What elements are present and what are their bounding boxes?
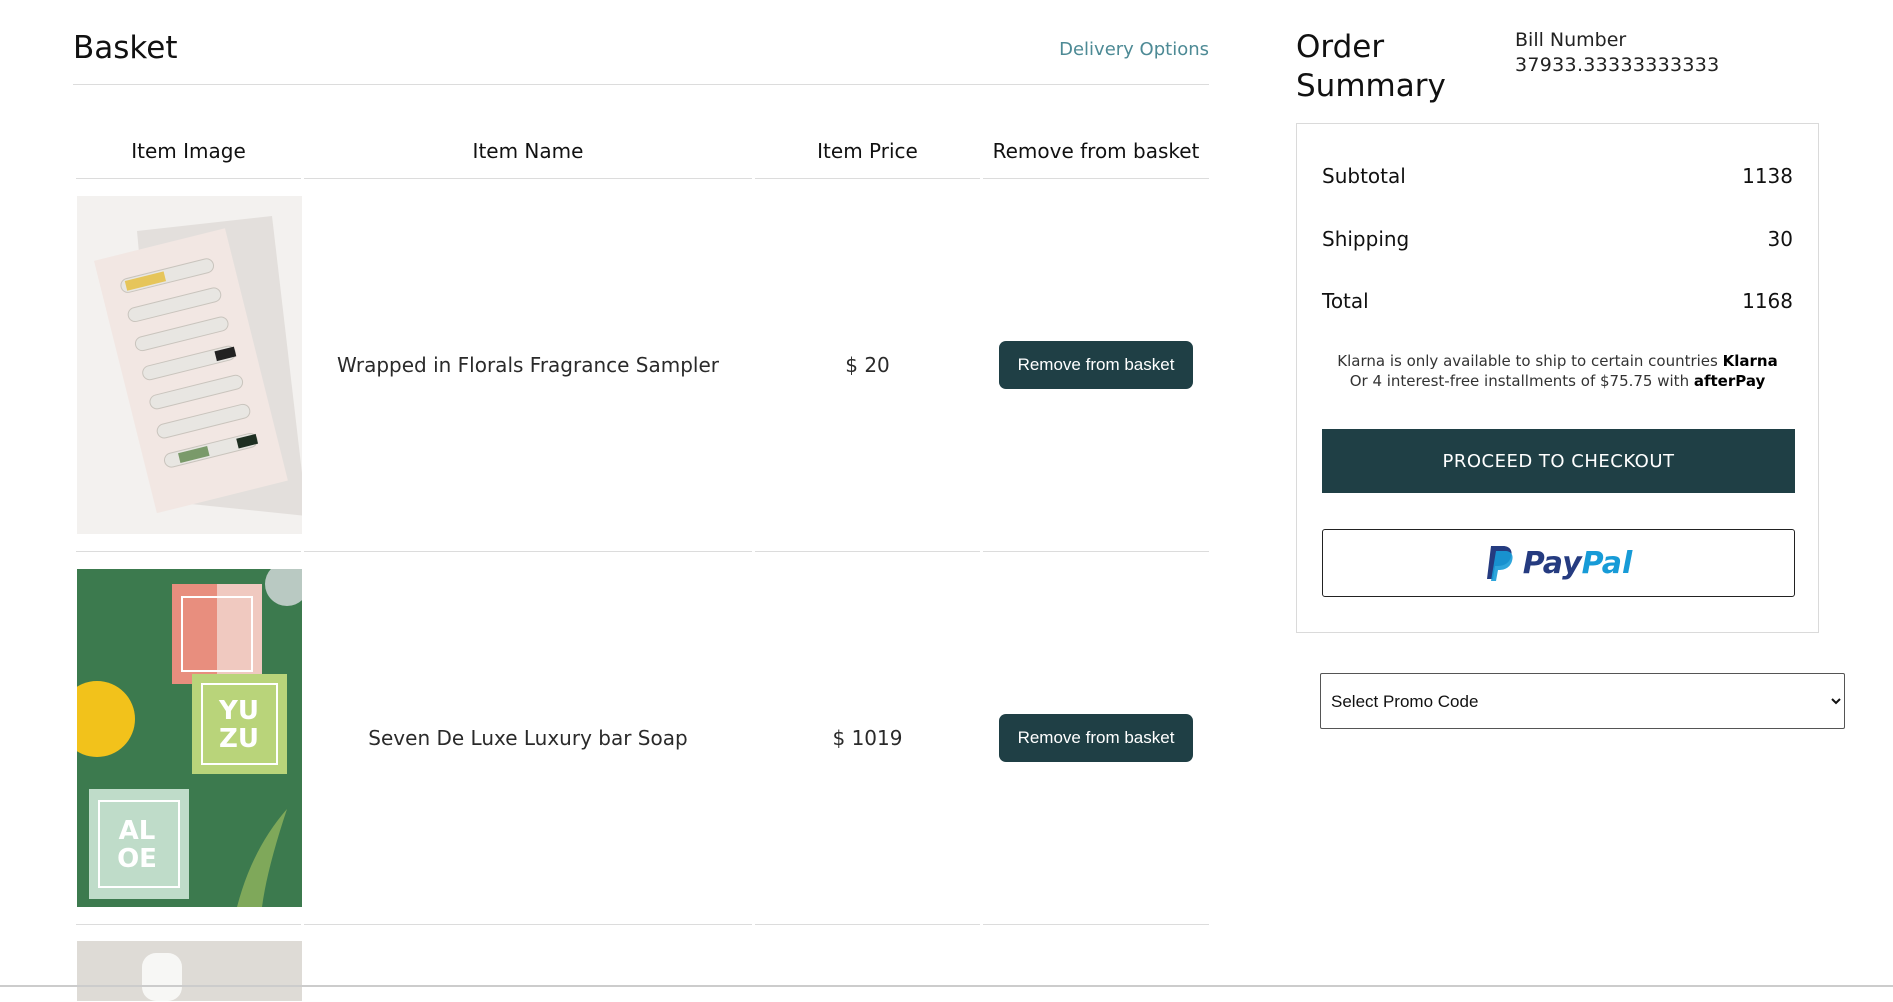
subtotal-row: Subtotal 1138 [1322, 164, 1793, 188]
paypal-logo-icon [1486, 546, 1513, 581]
svg-text:OE: OE [117, 844, 157, 874]
column-header-item-image: Item Image [76, 124, 301, 179]
remove-cell [983, 925, 1209, 1002]
order-summary-box: Subtotal 1138 Shipping 30 Total 1168 Kla… [1296, 123, 1819, 633]
remove-from-basket-button[interactable]: Remove from basket [999, 714, 1193, 762]
item-price [755, 925, 980, 1002]
table-row: Wrapped in Florals Fragrance Sampler $ 2… [76, 179, 1209, 552]
total-row: Total 1168 [1322, 289, 1793, 313]
item-name [304, 925, 752, 1002]
column-header-item-name: Item Name [304, 124, 752, 179]
shipping-label: Shipping [1322, 227, 1410, 251]
order-summary-title: Order Summary [1296, 29, 1446, 104]
item-name: Wrapped in Florals Fragrance Sampler [304, 179, 752, 552]
total-label: Total [1322, 289, 1369, 313]
remove-from-basket-button[interactable]: Remove from basket [999, 341, 1193, 389]
item-image-cell [76, 925, 302, 1002]
total-value: 1168 [1742, 289, 1793, 313]
item-image-cell: YU ZU AL OE [76, 552, 302, 925]
product-image [77, 941, 302, 1001]
promo-code-select[interactable]: Select Promo Code [1320, 673, 1845, 729]
delivery-options-link[interactable]: Delivery Options [1059, 39, 1209, 60]
bill-number-label: Bill Number [1515, 29, 1627, 51]
item-price: $ 1019 [755, 552, 980, 925]
luxury-soap-image: YU ZU AL OE [77, 569, 302, 907]
basket-title: Basket [73, 30, 178, 66]
table-row: YU ZU AL OE Seven De Luxe Luxury bar Soa… [76, 552, 1209, 925]
column-header-item-price: Item Price [755, 124, 980, 179]
basket-table: Item Image Item Name Item Price Remove f… [73, 124, 1212, 1002]
remove-cell: Remove from basket [983, 179, 1209, 552]
klarna-brand: Klarna [1722, 352, 1778, 370]
afterpay-brand: afterPay [1693, 372, 1766, 390]
column-header-remove: Remove from basket [983, 124, 1209, 179]
item-name: Seven De Luxe Luxury bar Soap [304, 552, 752, 925]
remove-cell: Remove from basket [983, 552, 1209, 925]
bill-number-value: 37933.33333333333 [1515, 54, 1720, 76]
payment-options-note: Klarna is only available to ship to cert… [1297, 351, 1818, 391]
klarna-text: Klarna is only available to ship to cert… [1337, 352, 1718, 370]
shipping-row: Shipping 30 [1322, 227, 1793, 251]
svg-text:YU: YU [218, 696, 259, 726]
svg-text:AL: AL [119, 816, 156, 846]
subtotal-label: Subtotal [1322, 164, 1406, 188]
afterpay-text: Or 4 interest-free installments of $75.7… [1349, 372, 1690, 390]
svg-text:ZU: ZU [219, 724, 259, 754]
item-image-cell [76, 179, 302, 552]
table-row [76, 925, 1209, 1002]
basket-header: Basket Delivery Options [73, 26, 1209, 85]
table-header-row: Item Image Item Name Item Price Remove f… [76, 124, 1209, 179]
paypal-button[interactable]: PayPal [1322, 529, 1795, 597]
shipping-value: 30 [1767, 227, 1793, 251]
subtotal-value: 1138 [1742, 164, 1793, 188]
fragrance-sampler-image [77, 196, 302, 534]
paypal-wordmark: PayPal [1522, 545, 1633, 581]
proceed-to-checkout-button[interactable]: PROCEED TO CHECKOUT [1322, 429, 1795, 493]
item-price: $ 20 [755, 179, 980, 552]
